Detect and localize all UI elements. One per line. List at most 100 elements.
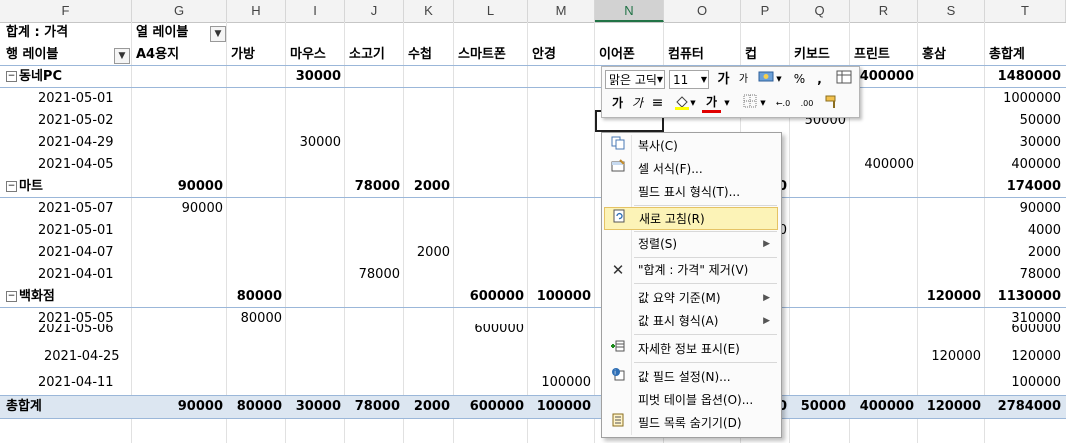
menu-item-hide-field-list[interactable]: 필드 목록 숨기기(D) [604, 412, 778, 435]
menu-item-refresh[interactable]: 새로 고침(R) [604, 207, 778, 230]
chevron-down-icon[interactable]: ▼ [774, 70, 784, 89]
menu-item-sort[interactable]: 정렬(S) ▶ [604, 233, 778, 256]
value-cell[interactable]: 400000 [850, 396, 914, 418]
value-cell[interactable]: 78000 [345, 396, 400, 418]
total-cell[interactable]: 4000 [985, 220, 1061, 242]
chevron-down-icon[interactable]: ▼ [688, 94, 698, 113]
menu-item-show-values-as[interactable]: 값 표시 형식(A) ▶ [604, 310, 778, 333]
column-header-i[interactable]: I [286, 0, 345, 22]
header-cell[interactable]: 컵 [745, 44, 757, 66]
value-cell[interactable]: 78000 [345, 176, 400, 198]
row-labels-filter-button[interactable]: ▼ [114, 48, 130, 64]
value-cell[interactable]: 600000 [454, 324, 524, 340]
format-painter-icon[interactable] [822, 94, 841, 113]
chevron-down-icon[interactable]: ▼ [698, 70, 710, 89]
row-labels-caption[interactable]: 행 레이블 [6, 44, 58, 66]
menu-item-summarize-by[interactable]: 값 요약 기준(M) ▶ [604, 287, 778, 310]
date-label[interactable]: 2021-04-07 [38, 242, 114, 264]
value-cell[interactable]: 78000 [345, 264, 400, 286]
collapse-icon[interactable]: − [6, 181, 17, 192]
menu-item-value-field-settings[interactable]: i 값 필드 설정(N)... [604, 366, 778, 389]
value-cell[interactable]: 100000 [528, 286, 591, 308]
collapse-icon[interactable]: − [6, 71, 17, 82]
sum-field-label[interactable]: 합계 : 가격 [6, 22, 68, 44]
total-cell[interactable]: 174000 [985, 176, 1061, 198]
header-cell[interactable]: 안경 [532, 44, 556, 66]
date-label[interactable]: 2021-04-01 [38, 264, 114, 286]
menu-item-pivot-options[interactable]: 피벗 테이블 옵션(O)... [604, 389, 778, 412]
column-header-l[interactable]: L [454, 0, 528, 22]
header-cell[interactable]: 스마트폰 [458, 44, 506, 66]
column-header-m[interactable]: M [528, 0, 595, 22]
total-cell[interactable]: 2784000 [985, 396, 1061, 418]
menu-item-number-format[interactable]: 필드 표시 형식(T)... [604, 181, 778, 204]
grand-total-label[interactable]: 총합계 [6, 396, 42, 418]
date-label[interactable]: 2021-05-06 [38, 324, 114, 340]
value-cell[interactable]: 120000 [918, 396, 981, 418]
value-cell[interactable]: 2000 [404, 176, 450, 198]
date-label[interactable]: 2021-05-01 [38, 220, 114, 242]
value-cell[interactable]: 100000 [528, 372, 591, 394]
collapse-icon[interactable]: − [6, 291, 17, 302]
total-cell[interactable]: 50000 [985, 110, 1061, 132]
chevron-down-icon[interactable]: ▼ [722, 94, 732, 113]
date-label[interactable]: 2021-04-11 [38, 372, 114, 394]
spreadsheet-grid[interactable]: F G H I J K L M N O P Q R S T 합계 : 가격 열 … [0, 0, 1066, 443]
total-cell[interactable]: 2000 [985, 242, 1061, 264]
value-cell[interactable]: 120000 [918, 346, 981, 368]
font-color-icon[interactable]: 가 [702, 94, 721, 113]
borders-icon[interactable] [740, 94, 759, 113]
accounting-format-icon[interactable] [756, 70, 775, 89]
total-cell[interactable]: 90000 [985, 198, 1061, 220]
column-header-g[interactable]: G [132, 0, 227, 22]
header-cell[interactable]: 홍삼 [922, 44, 946, 66]
menu-item-remove-field[interactable]: ✕ "합계 : 가격" 제거(V) [604, 259, 778, 282]
value-cell[interactable]: 120000 [918, 286, 981, 308]
align-center-icon[interactable]: ≡ [648, 94, 667, 113]
value-cell[interactable]: 80000 [227, 396, 282, 418]
header-cell[interactable]: 가방 [231, 44, 255, 66]
value-cell[interactable]: 30000 [286, 396, 341, 418]
column-header-h[interactable]: H [227, 0, 286, 22]
menu-item-show-details[interactable]: 자세한 정보 표시(E) [604, 338, 778, 361]
column-labels-filter-button[interactable]: ▼ [210, 26, 226, 42]
header-cell[interactable]: 키보드 [794, 44, 830, 66]
date-label[interactable]: 2021-05-02 [38, 110, 114, 132]
header-cell[interactable]: 마우스 [290, 44, 326, 66]
total-cell[interactable]: 1480000 [985, 66, 1061, 88]
chevron-down-icon[interactable]: ▼ [758, 94, 768, 113]
column-header-r[interactable]: R [850, 0, 918, 22]
value-cell[interactable]: 100000 [528, 396, 591, 418]
column-header-f[interactable]: F [0, 0, 132, 22]
increase-decimal-icon[interactable]: ←.0 [772, 94, 794, 113]
header-cell[interactable]: 컴퓨터 [668, 44, 704, 66]
value-cell[interactable]: 90000 [132, 396, 223, 418]
format-painter-table-icon[interactable] [834, 70, 853, 89]
value-cell[interactable]: 2000 [404, 242, 450, 264]
bold-icon[interactable]: 가 [608, 94, 627, 113]
column-labels-caption[interactable]: 열 레이블 [136, 22, 188, 44]
total-cell[interactable]: 100000 [985, 372, 1061, 394]
value-cell[interactable]: 600000 [454, 286, 524, 308]
value-cell[interactable]: 30000 [286, 132, 341, 154]
menu-item-format-cells[interactable]: 셀 서식(F)... [604, 158, 778, 181]
header-cell[interactable]: 소고기 [349, 44, 385, 66]
total-cell[interactable]: 1130000 [985, 286, 1061, 308]
italic-icon[interactable]: 가 [628, 94, 647, 113]
percent-style-icon[interactable]: % [790, 70, 809, 89]
value-cell[interactable]: 90000 [132, 198, 223, 220]
column-header-p[interactable]: P [741, 0, 790, 22]
column-header-q[interactable]: Q [790, 0, 850, 22]
total-cell[interactable]: 1000000 [985, 88, 1061, 110]
date-label[interactable]: 2021-05-07 [38, 198, 114, 220]
column-header-t[interactable]: T [985, 0, 1066, 22]
column-header-n[interactable]: N [595, 0, 664, 22]
value-cell[interactable]: 600000 [454, 396, 524, 418]
header-cell[interactable]: 프린트 [854, 44, 890, 66]
date-label[interactable]: 2021-05-01 [38, 88, 114, 110]
chevron-down-icon[interactable]: ▼ [654, 70, 666, 89]
comma-style-icon[interactable]: , [810, 70, 829, 89]
group-label[interactable]: − 백화점 [6, 286, 55, 308]
value-cell[interactable]: 80000 [227, 286, 282, 308]
total-cell[interactable]: 78000 [985, 264, 1061, 286]
